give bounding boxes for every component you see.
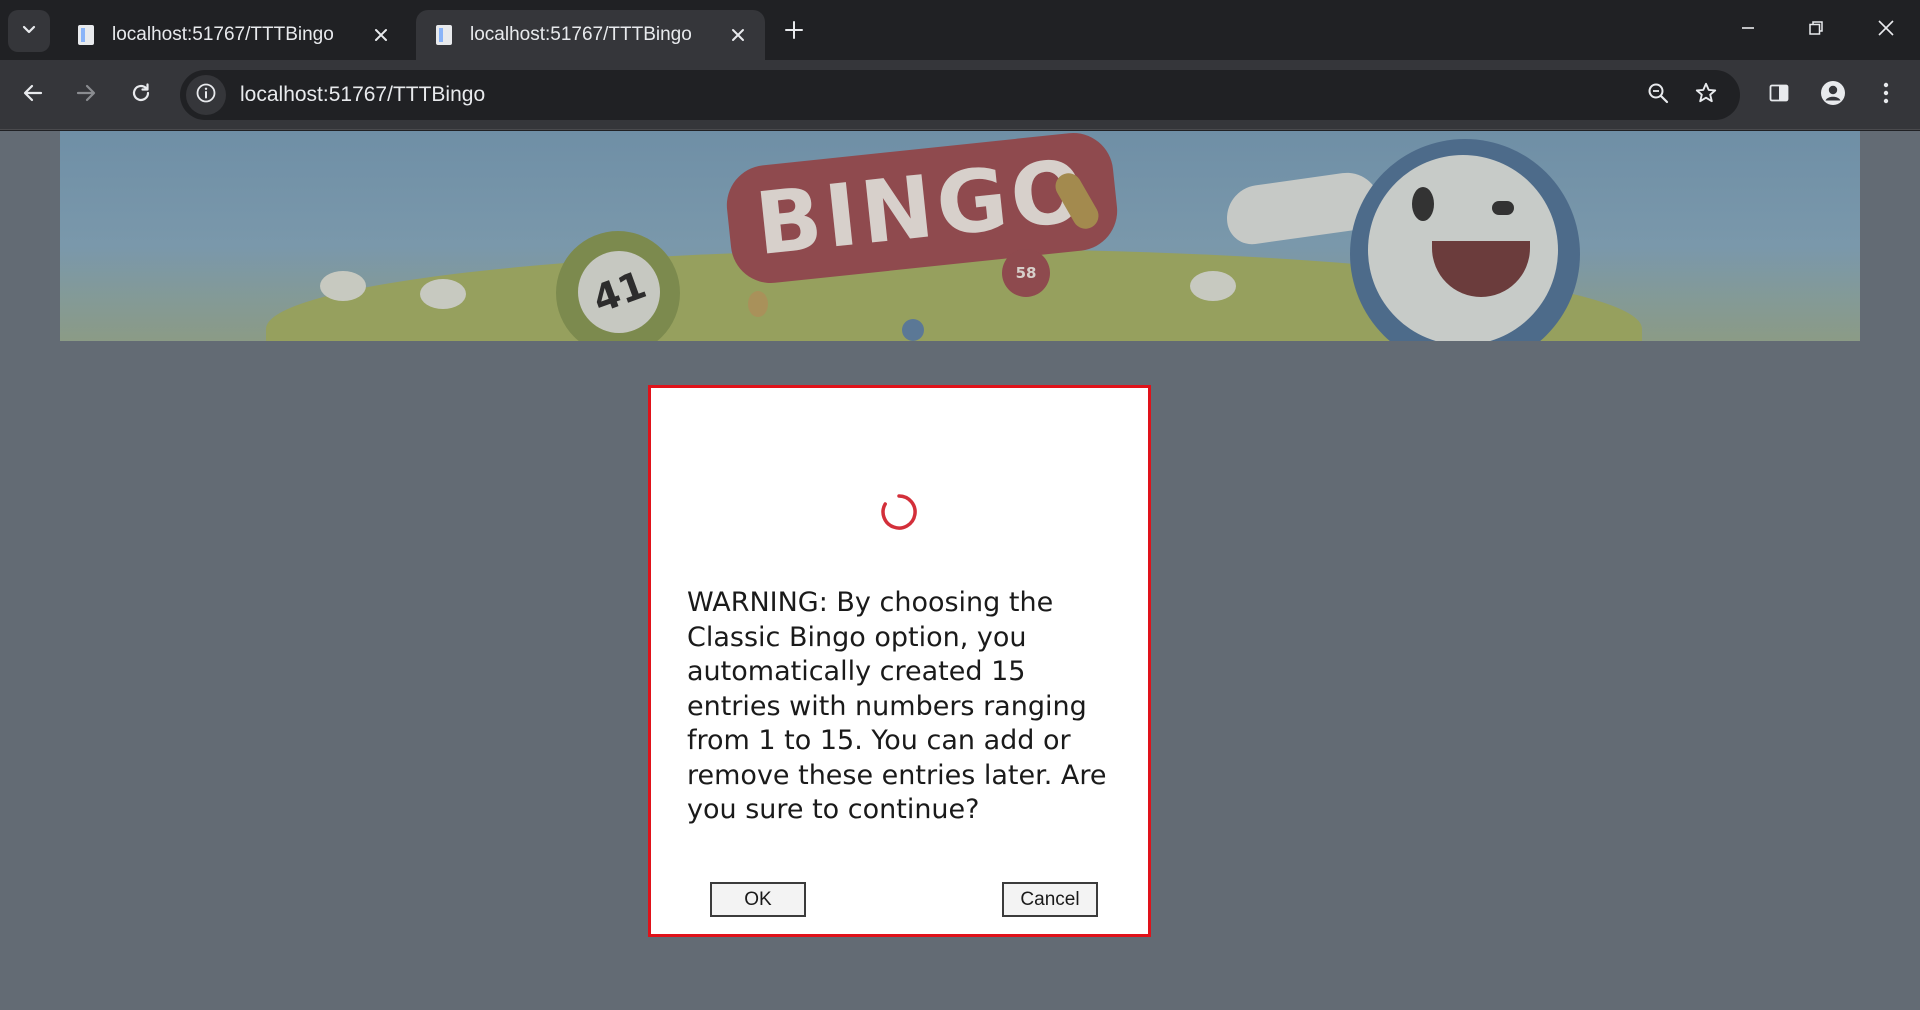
- minimize-icon: [1740, 20, 1756, 40]
- zoom-icon: [1646, 81, 1670, 109]
- bingo-ball-left-face: 41: [578, 251, 660, 333]
- window-close-button[interactable]: [1858, 8, 1914, 52]
- dialog-message: WARNING: By choosing the Classic Bingo o…: [687, 587, 1107, 825]
- reload-button[interactable]: [121, 75, 161, 115]
- flower-decoration: [1190, 271, 1236, 301]
- browser-toolbar: localhost:51767/TTTBingo: [0, 60, 1920, 130]
- side-panel-icon: [1768, 82, 1790, 108]
- kebab-menu-icon: [1882, 81, 1890, 109]
- tab-title: localhost:51767/TTTBingo: [112, 24, 334, 45]
- tab-strip: localhost:51767/TTTBingo localhost:51767…: [0, 0, 1920, 60]
- close-icon[interactable]: [725, 22, 751, 48]
- browser-tab-active[interactable]: localhost:51767/TTTBingo: [416, 10, 765, 60]
- page-viewport: 41 BINGO 58 WARNING: By choosing the Cla…: [0, 131, 1920, 1010]
- tab-title: localhost:51767/TTTBingo: [470, 24, 692, 45]
- ball-number-41: 41: [586, 262, 652, 322]
- url-text[interactable]: localhost:51767/TTTBingo: [240, 83, 1638, 107]
- page-icon: [432, 23, 456, 47]
- tab-search-button[interactable]: [8, 10, 50, 52]
- star-icon: [1694, 81, 1718, 109]
- restore-button[interactable]: [1788, 8, 1844, 52]
- bookmark-button[interactable]: [1686, 75, 1726, 115]
- bingo-ball-tiny: [902, 319, 924, 341]
- loading-spinner-icon: [881, 494, 917, 530]
- mascot-wink: [1492, 201, 1514, 215]
- forward-arrow-icon: [75, 82, 97, 108]
- cancel-button[interactable]: Cancel: [1002, 882, 1098, 917]
- browser-tab[interactable]: localhost:51767/TTTBingo: [58, 10, 408, 60]
- forward-button[interactable]: [66, 75, 106, 115]
- ball-number-58: 58: [1015, 264, 1037, 282]
- reload-icon: [130, 82, 152, 108]
- address-bar[interactable]: localhost:51767/TTTBingo: [180, 70, 1740, 120]
- bingo-banner: 41 BINGO 58: [60, 131, 1860, 341]
- back-button[interactable]: [13, 75, 53, 115]
- bingo-ball-small: 58: [1002, 249, 1050, 297]
- browser-menu-button[interactable]: [1866, 75, 1906, 115]
- page-icon: [74, 23, 98, 47]
- chevron-down-icon: [20, 20, 38, 42]
- zoom-button[interactable]: [1638, 75, 1678, 115]
- ok-button[interactable]: OK: [710, 882, 806, 917]
- restore-icon: [1808, 20, 1824, 40]
- back-arrow-icon: [22, 82, 44, 108]
- side-panel-button[interactable]: [1759, 75, 1799, 115]
- flower-decoration: [320, 271, 366, 301]
- minimize-button[interactable]: [1720, 8, 1776, 52]
- info-icon: [195, 82, 217, 108]
- new-tab-button[interactable]: [776, 14, 812, 50]
- profile-button[interactable]: [1813, 75, 1853, 115]
- bingo-ball-tiny: [748, 291, 768, 317]
- close-icon[interactable]: [368, 22, 394, 48]
- mascot-eye: [1412, 187, 1434, 221]
- flower-decoration: [420, 279, 466, 309]
- site-info-button[interactable]: [186, 75, 226, 115]
- confirm-dialog: WARNING: By choosing the Classic Bingo o…: [648, 385, 1151, 937]
- close-icon: [1877, 19, 1895, 41]
- plus-icon: [784, 20, 804, 44]
- profile-icon: [1820, 80, 1846, 110]
